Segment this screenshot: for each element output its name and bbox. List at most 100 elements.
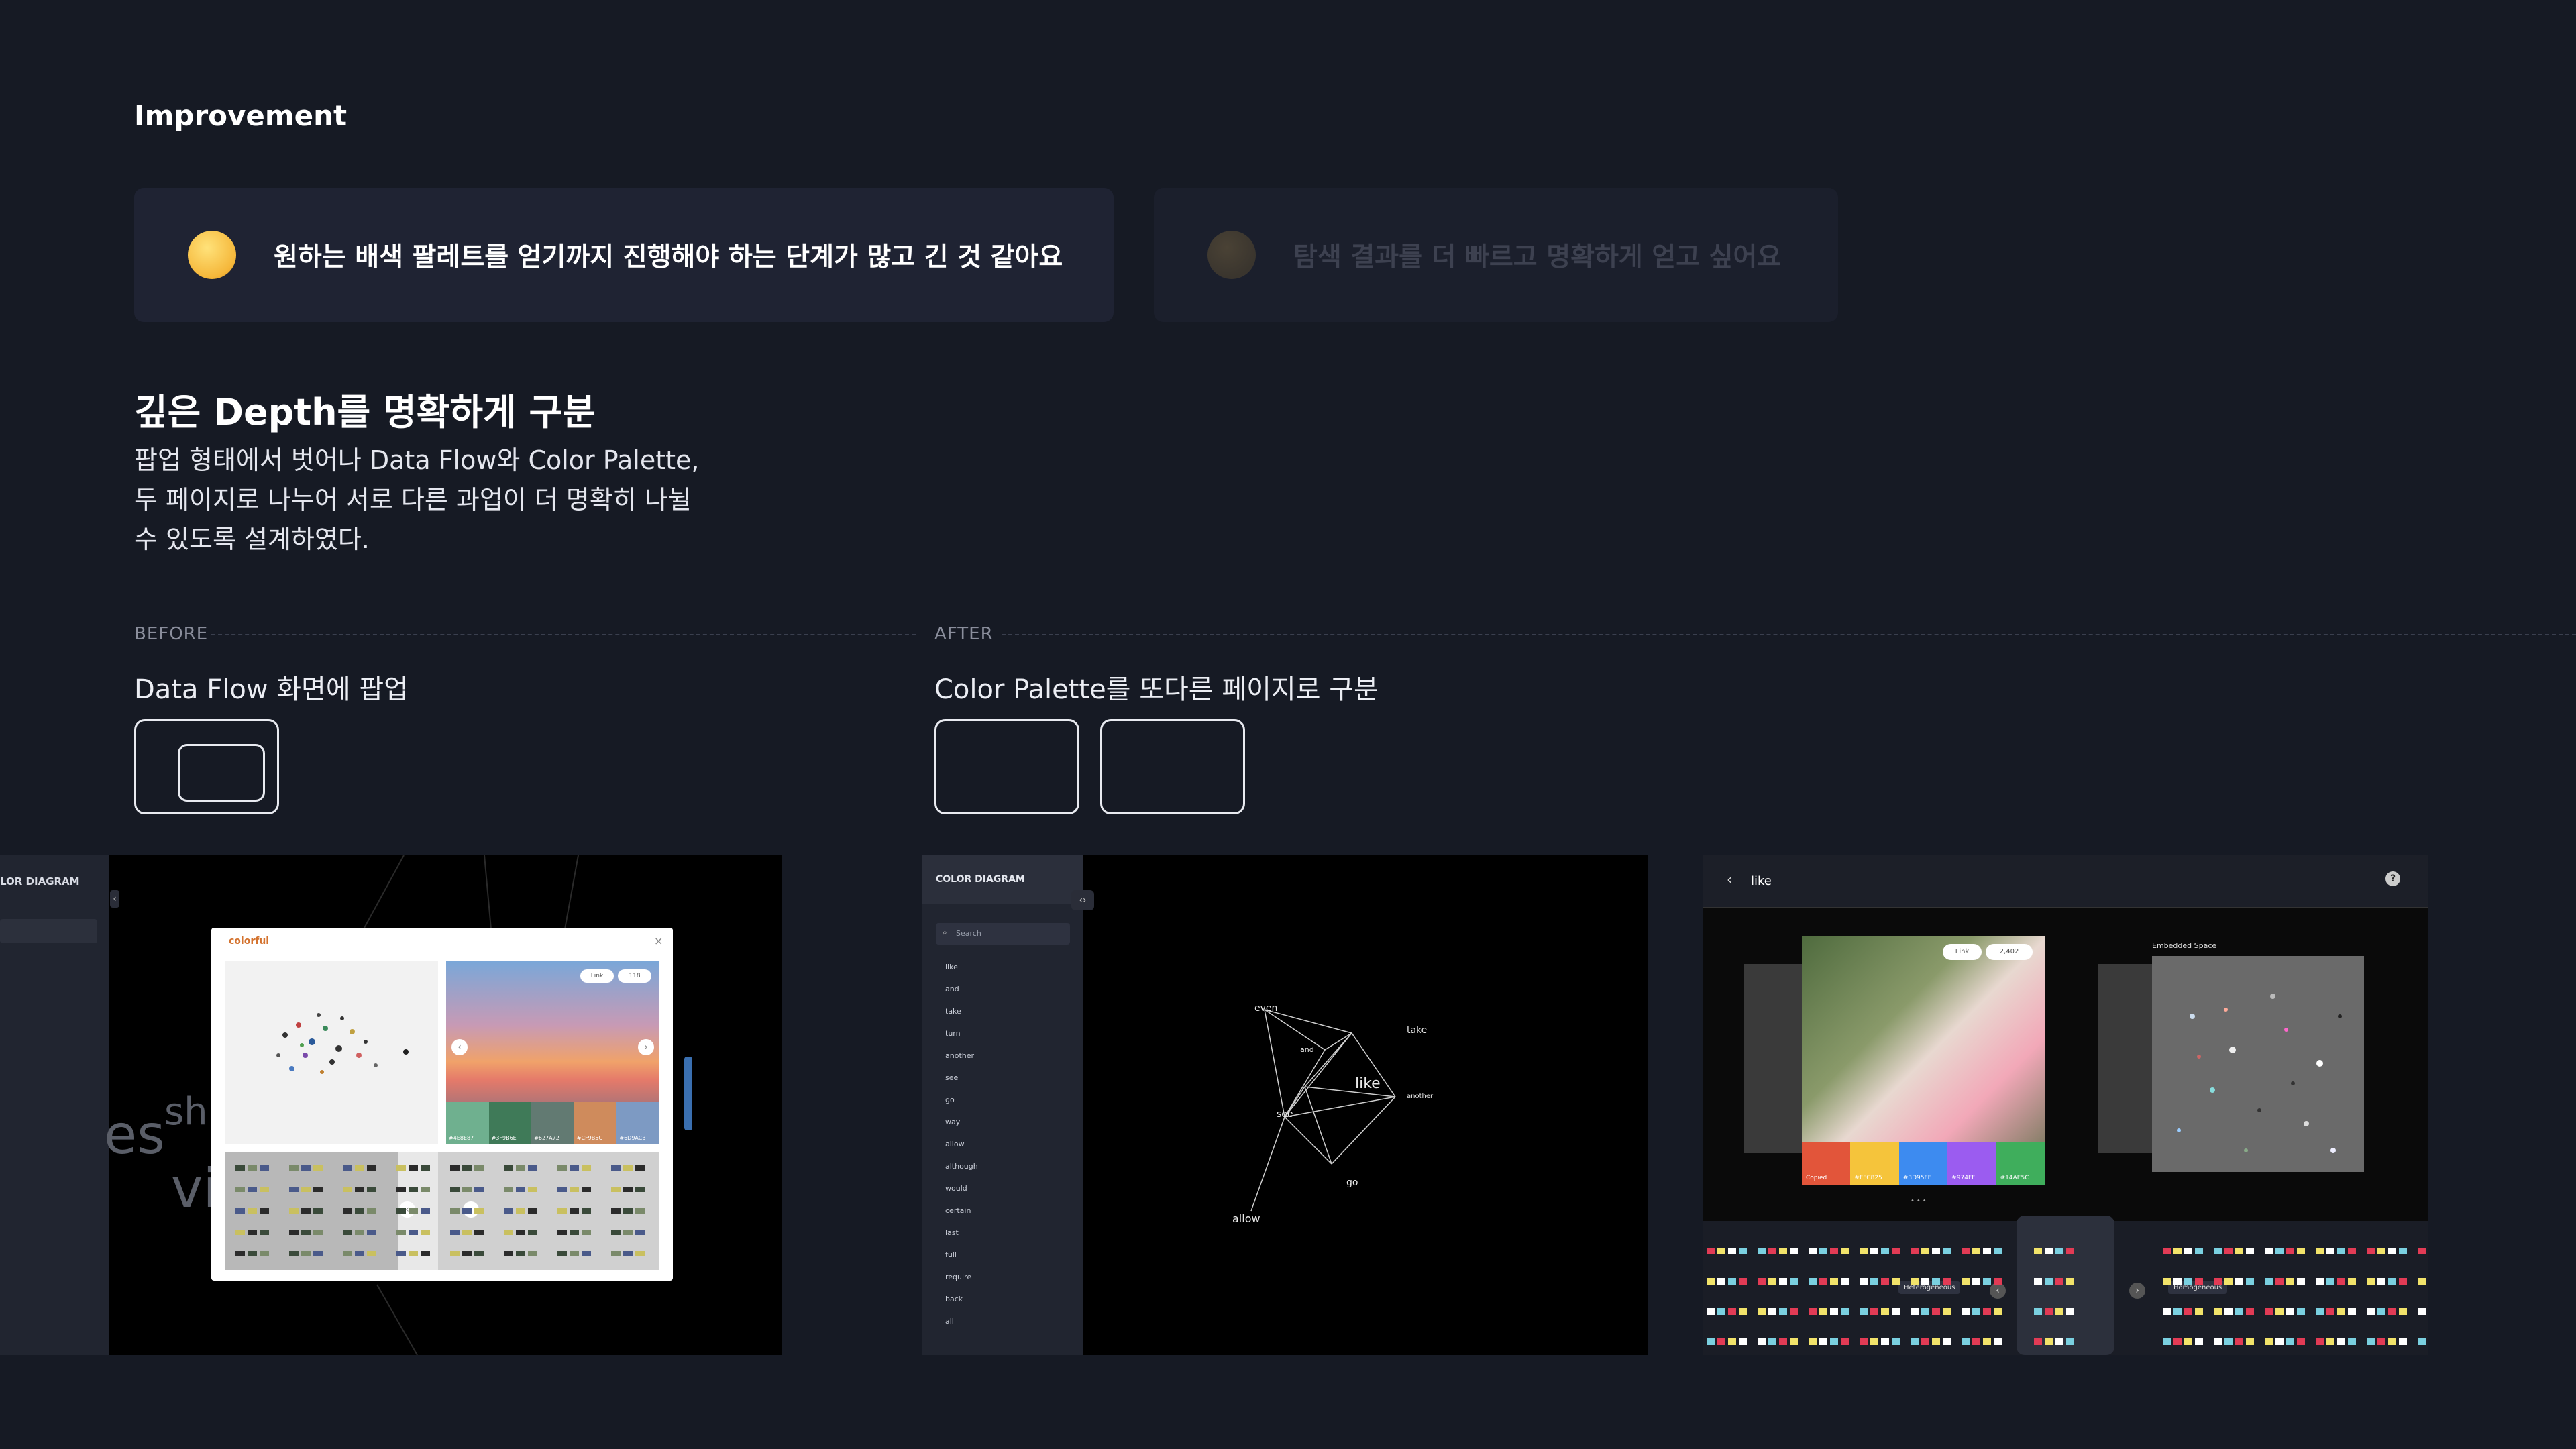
mini-palette[interactable]: [1911, 1248, 1951, 1254]
sidebar-item-full[interactable]: full: [945, 1250, 957, 1259]
mini-palette[interactable]: [2418, 1338, 2428, 1345]
graph-word[interactable]: go: [1346, 1177, 1358, 1188]
mini-palette[interactable]: [1758, 1308, 1798, 1315]
mini-palette[interactable]: [343, 1187, 376, 1193]
mini-palette[interactable]: [2367, 1248, 2407, 1254]
mini-palette[interactable]: [2418, 1308, 2428, 1315]
mini-palette[interactable]: [2214, 1308, 2254, 1315]
sidebar-item-last[interactable]: last: [945, 1228, 959, 1237]
mini-palette[interactable]: [504, 1208, 537, 1215]
mini-palette[interactable]: [504, 1165, 537, 1172]
sidebar-item-and[interactable]: and: [945, 985, 959, 994]
graph-word[interactable]: take: [1407, 1025, 1427, 1036]
swatch[interactable]: Copied: [1802, 1142, 1851, 1185]
mini-palette[interactable]: [235, 1251, 269, 1258]
mini-palette[interactable]: [611, 1165, 645, 1172]
mini-palette[interactable]: [1707, 1338, 1747, 1345]
mini-palette[interactable]: [2367, 1338, 2407, 1345]
mini-palette[interactable]: [289, 1230, 323, 1236]
graph-word[interactable]: see: [1277, 1109, 1293, 1120]
mini-palette[interactable]: [1962, 1308, 2002, 1315]
mini-palette[interactable]: [1809, 1248, 1849, 1254]
mini-palette[interactable]: [1860, 1338, 1900, 1345]
mini-palette[interactable]: [450, 1230, 484, 1236]
mini-palette[interactable]: [2367, 1308, 2407, 1315]
mini-palette[interactable]: [2163, 1338, 2203, 1345]
mini-palette[interactable]: [289, 1165, 323, 1172]
search-input[interactable]: [0, 919, 97, 943]
carousel-next-card[interactable]: [2098, 964, 2159, 1153]
mini-palette[interactable]: [557, 1165, 591, 1172]
mini-palette[interactable]: [235, 1230, 269, 1236]
mini-palette[interactable]: [1758, 1278, 1798, 1285]
back-arrow-icon[interactable]: ‹: [1727, 871, 1732, 888]
mini-palette[interactable]: [611, 1208, 645, 1215]
mini-palette[interactable]: [504, 1251, 537, 1258]
sidebar-item-go[interactable]: go: [945, 1095, 955, 1104]
mini-palette[interactable]: [289, 1251, 323, 1258]
mini-palette[interactable]: [1860, 1248, 1900, 1254]
mini-palette[interactable]: [2214, 1248, 2254, 1254]
sidebar-item-back[interactable]: back: [945, 1295, 963, 1303]
sidebar-item-way[interactable]: way: [945, 1118, 960, 1126]
mini-palette[interactable]: [396, 1251, 430, 1258]
mini-palette[interactable]: [235, 1165, 269, 1172]
mini-palette[interactable]: [1809, 1338, 1849, 1345]
mini-palette[interactable]: [343, 1165, 376, 1172]
graph-word[interactable]: another: [1407, 1093, 1433, 1100]
mini-palette[interactable]: [343, 1208, 376, 1215]
sidebar-item-allow[interactable]: allow: [945, 1140, 965, 1148]
mini-palette[interactable]: [235, 1187, 269, 1193]
mini-palette[interactable]: [2265, 1278, 2305, 1285]
link-button[interactable]: Link: [1943, 944, 1982, 960]
mini-palette[interactable]: [2418, 1278, 2428, 1285]
mini-palette[interactable]: [1962, 1248, 2002, 1254]
mini-palette[interactable]: [1809, 1308, 1849, 1315]
mini-palette[interactable]: [2265, 1338, 2305, 1345]
swatch[interactable]: #14AE5C: [1996, 1142, 2045, 1185]
mini-palette[interactable]: [396, 1165, 430, 1172]
sidebar-item-see[interactable]: see: [945, 1073, 958, 1082]
graph-word[interactable]: allow: [1232, 1212, 1260, 1225]
mini-palette[interactable]: [1809, 1278, 1849, 1285]
next-arrow-icon[interactable]: ›: [2129, 1283, 2145, 1299]
like-count-button[interactable]: 2,402: [1986, 944, 2033, 960]
mini-palette[interactable]: [557, 1187, 591, 1193]
mini-palette[interactable]: [450, 1208, 484, 1215]
mini-palette[interactable]: [1860, 1308, 1900, 1315]
mini-palette[interactable]: [611, 1187, 645, 1193]
mini-palette[interactable]: [611, 1251, 645, 1258]
mini-palette[interactable]: [2034, 1248, 2074, 1254]
next-arrow-icon[interactable]: ›: [638, 1039, 654, 1055]
sidebar-item-turn[interactable]: turn: [945, 1029, 961, 1038]
mini-palette[interactable]: [1707, 1308, 1747, 1315]
mini-palette[interactable]: [1758, 1338, 1798, 1345]
mini-palette[interactable]: [450, 1187, 484, 1193]
sidebar-item-would[interactable]: would: [945, 1184, 967, 1193]
like-count-button[interactable]: 118: [618, 969, 651, 983]
close-icon[interactable]: ×: [654, 934, 663, 947]
prev-arrow-icon[interactable]: ‹: [1990, 1283, 2006, 1299]
mini-palette[interactable]: [450, 1165, 484, 1172]
mini-palette[interactable]: [1911, 1278, 1951, 1285]
mini-palette[interactable]: [1707, 1248, 1747, 1254]
mini-palette[interactable]: [396, 1208, 430, 1215]
mini-palette[interactable]: [557, 1251, 591, 1258]
mini-palette[interactable]: [2316, 1248, 2356, 1254]
search-input[interactable]: ⌕ Search: [936, 923, 1070, 945]
sidebar-item-another[interactable]: another: [945, 1051, 974, 1060]
help-icon[interactable]: ?: [2385, 871, 2400, 886]
swatch[interactable]: #FFC825: [1850, 1142, 1899, 1185]
mini-palette[interactable]: [2418, 1248, 2428, 1254]
mini-palette[interactable]: [1911, 1338, 1951, 1345]
mini-palette[interactable]: [289, 1187, 323, 1193]
mini-palette[interactable]: [1911, 1308, 1951, 1315]
mini-palette[interactable]: [2214, 1338, 2254, 1345]
mini-palette[interactable]: [1707, 1278, 1747, 1285]
sidebar-item-require[interactable]: require: [945, 1273, 971, 1281]
mini-palette[interactable]: [450, 1251, 484, 1258]
mini-palette[interactable]: [289, 1208, 323, 1215]
mini-palette[interactable]: [396, 1230, 430, 1236]
mini-palette[interactable]: [2316, 1308, 2356, 1315]
prev-arrow-icon[interactable]: ‹: [451, 1039, 468, 1055]
